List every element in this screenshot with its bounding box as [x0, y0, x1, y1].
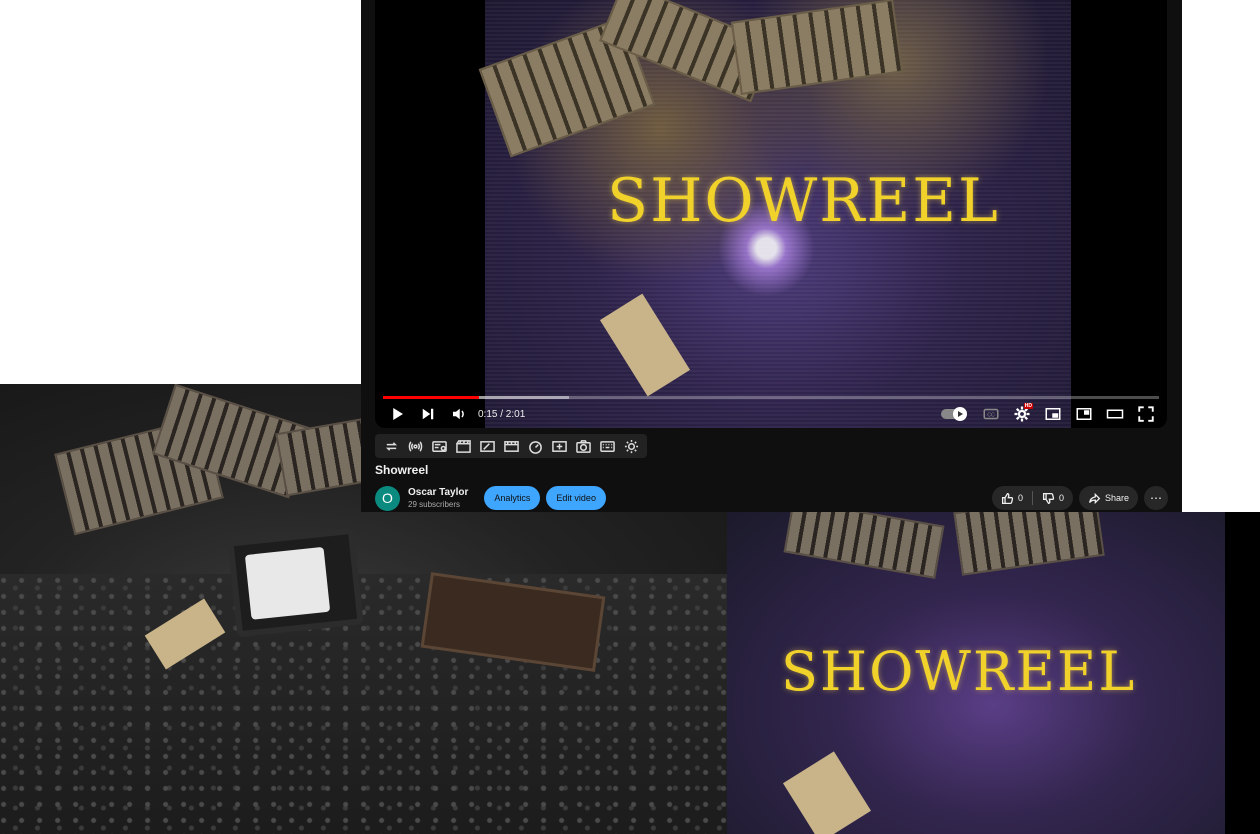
keyboard-button[interactable] [597, 436, 617, 456]
volume-button[interactable] [443, 402, 474, 426]
picture-in-picture-icon [1076, 408, 1091, 420]
frames-icon [503, 440, 519, 452]
right-controls: CC HD [941, 402, 1161, 426]
miniplayer-button[interactable] [1037, 402, 1068, 426]
screenshot-plus-icon [551, 440, 567, 452]
youtube-watch-panel: SHOWREEL 0:15 / 2:01 CC HD Showreel O Os… [361, 0, 1182, 512]
pallet-right-frame-1 [783, 512, 945, 579]
clapper-icon [455, 439, 471, 453]
gear-icon [624, 439, 638, 453]
miniplayer-icon [1045, 408, 1060, 420]
picture-in-picture-button[interactable] [1068, 402, 1099, 426]
play-icon [392, 408, 403, 420]
frames-button[interactable] [501, 436, 521, 456]
like-dislike-group: 0 0 [991, 486, 1073, 510]
cast-button[interactable] [405, 436, 425, 456]
black-side-bar [1225, 512, 1260, 834]
next-button[interactable] [412, 402, 443, 426]
frame-pallet-3 [730, 0, 904, 96]
player-controls: 0:15 / 2:01 CC HD [375, 402, 1167, 426]
captions-icon: CC [983, 408, 998, 420]
playlist-view-icon [431, 440, 447, 452]
volume-icon [452, 408, 464, 420]
play-button[interactable] [381, 402, 412, 426]
fullscreen-icon [1137, 406, 1154, 422]
time-display: 0:15 / 2:01 [478, 408, 526, 420]
speed-icon [528, 440, 542, 454]
thumbs-up-icon [1001, 492, 1014, 504]
theater-button[interactable] [1099, 402, 1130, 426]
wooden-board-right [783, 751, 871, 834]
showreel-title-overlay-right: SHOWREEL [781, 640, 1137, 703]
edit-video-button[interactable]: Edit video [546, 486, 606, 510]
tv-screen [244, 546, 331, 620]
subscriber-count: 29 subscribers [408, 500, 461, 509]
frame-board [599, 293, 691, 397]
extension-toolbar [375, 434, 647, 458]
autoplay-toggle[interactable] [941, 407, 967, 421]
video-frame: SHOWREEL [478, 0, 1071, 428]
settings-button[interactable]: HD [1006, 402, 1037, 426]
fullscreen-button[interactable] [1130, 402, 1161, 426]
dislike-count: 0 [1058, 493, 1064, 503]
progress-played [383, 396, 480, 399]
screenshot-plus-button[interactable] [549, 436, 569, 456]
captions-button[interactable]: CC [975, 402, 1006, 426]
loop-button[interactable] [381, 436, 401, 456]
showreel-title-overlay: SHOWREEL [607, 166, 1000, 236]
extension-settings-button[interactable] [621, 436, 641, 456]
playlist-view-button[interactable] [429, 436, 449, 456]
pallet-right-frame-2 [953, 512, 1105, 576]
autoplay-knob [953, 407, 967, 421]
cast-icon [408, 440, 422, 452]
camera-button[interactable] [573, 436, 593, 456]
like-button[interactable]: 0 [992, 486, 1032, 510]
share-icon [1088, 492, 1101, 504]
share-button[interactable]: Share [1078, 486, 1138, 510]
progress-bar[interactable] [383, 396, 1159, 399]
next-icon [422, 408, 433, 420]
avatar[interactable]: O [375, 485, 400, 511]
svg-text:CC: CC [987, 412, 995, 418]
more-actions-button[interactable]: ⋯ [1144, 486, 1168, 510]
aspect-icon [479, 440, 495, 452]
ground-texture [0, 574, 740, 834]
share-part[interactable]: Share [1079, 486, 1138, 510]
loop-icon [385, 441, 397, 451]
video-title: Showreel [375, 463, 429, 477]
speed-button[interactable] [525, 436, 545, 456]
background-video-frame-right: SHOWREEL [727, 512, 1260, 834]
aspect-button[interactable] [477, 436, 497, 456]
action-buttons: 0 0 Share ⋯ [991, 486, 1168, 510]
video-player[interactable]: SHOWREEL 0:15 / 2:01 CC HD [375, 0, 1167, 428]
dislike-button[interactable]: 0 [1033, 486, 1073, 510]
owner-row: O Oscar Taylor 29 subscribers Analytics … [375, 485, 606, 511]
camera-icon [575, 439, 591, 453]
progress-loaded [479, 396, 570, 399]
thumbs-down-icon [1042, 492, 1055, 504]
like-count: 0 [1017, 493, 1023, 503]
clapper-button[interactable] [453, 436, 473, 456]
tv-set [227, 527, 364, 638]
hd-badge: HD [1023, 403, 1033, 409]
channel-name[interactable]: Oscar Taylor [408, 487, 468, 498]
theater-icon [1106, 409, 1123, 419]
share-label: Share [1104, 493, 1129, 503]
keyboard-icon [599, 440, 615, 452]
channel-info: Oscar Taylor 29 subscribers [408, 487, 468, 509]
analytics-button[interactable]: Analytics [484, 486, 541, 510]
